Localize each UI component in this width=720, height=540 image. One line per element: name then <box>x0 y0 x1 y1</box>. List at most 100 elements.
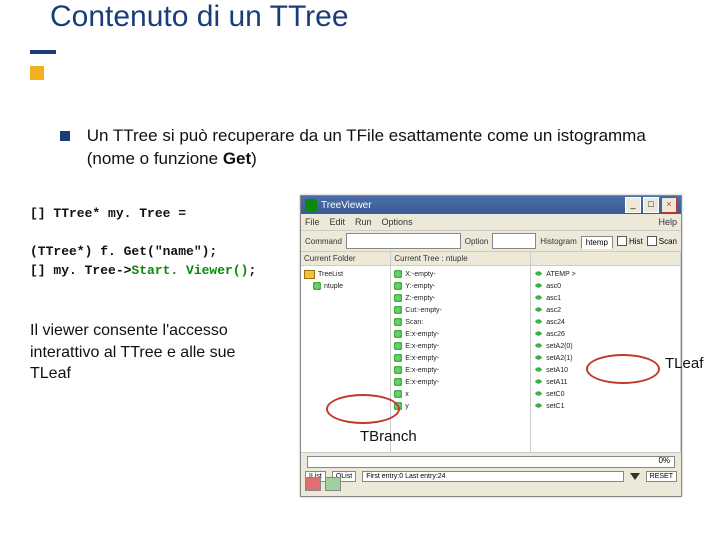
branch-icon <box>394 342 402 350</box>
scan-checkbox[interactable]: Scan <box>647 236 677 246</box>
leaf-row[interactable]: setA2(0) <box>533 340 678 352</box>
code-line-2: (TTree*) f. Get("name"); <box>30 243 290 262</box>
folder-label: TreeList <box>318 271 343 278</box>
leaf-icon <box>534 353 543 364</box>
branch-row[interactable]: Y:-empty- <box>393 280 528 292</box>
leaf-row[interactable]: setA10 <box>533 364 678 376</box>
bullet-text: Un TTree si può recuperare da un TFile e… <box>87 125 647 171</box>
leaf-row[interactable]: asc2 <box>533 304 678 316</box>
branch-icon <box>394 354 402 362</box>
leaf-row[interactable]: setC0 <box>533 388 678 400</box>
leaf-icon <box>534 389 543 400</box>
menu-help[interactable]: Help <box>658 217 677 227</box>
branch-label: Cut:-empty- <box>405 307 442 314</box>
leaf-label: asc0 <box>546 283 561 290</box>
folder-column: Current Folder TreeList ntuple <box>301 252 391 452</box>
branch-row[interactable]: E:x-empty- <box>393 340 528 352</box>
leaf-icon <box>534 317 543 328</box>
branch-row[interactable]: Scan: <box>393 316 528 328</box>
spin-down-icon[interactable] <box>630 473 640 480</box>
close-button[interactable]: × <box>661 197 677 213</box>
leaf-icon <box>534 341 543 352</box>
menu-options[interactable]: Options <box>382 217 413 227</box>
menu-run[interactable]: Run <box>355 217 372 227</box>
leaf-icon <box>534 293 543 304</box>
leaf-row[interactable]: asc0 <box>533 280 678 292</box>
leaf-row[interactable]: asc26 <box>533 328 678 340</box>
branch-row[interactable]: E:x-empty- <box>393 376 528 388</box>
menu-file[interactable]: File <box>305 217 320 227</box>
maximize-button[interactable]: □ <box>643 197 659 213</box>
branch-label: E:x-empty- <box>405 343 439 350</box>
minimize-button[interactable]: _ <box>625 197 641 213</box>
leaf-icon <box>534 365 543 376</box>
leaf-label: setA10 <box>546 367 568 374</box>
entry-range: First entry:0 Last entry:24 <box>362 471 623 482</box>
leaf-row[interactable]: asc1 <box>533 292 678 304</box>
branch-icon <box>394 318 402 326</box>
leaf-icon <box>534 281 543 292</box>
leaf-row[interactable]: asc24 <box>533 316 678 328</box>
bottom-icons <box>305 477 345 491</box>
option-input[interactable] <box>492 233 536 249</box>
branch-icon <box>394 294 402 302</box>
code-l3c: ; <box>248 263 256 278</box>
bullet-item: Un TTree si può recuperare da un TFile e… <box>60 125 660 171</box>
stop-icon[interactable] <box>325 477 341 491</box>
branch-label: Y:-empty- <box>405 283 435 290</box>
folder-row[interactable]: TreeList <box>303 268 388 280</box>
leaf-icon <box>534 269 543 280</box>
branch-label: E:x-empty- <box>405 331 439 338</box>
leaf-row[interactable]: setA11 <box>533 376 678 388</box>
viewer-note: Il viewer consente l'accesso interattivo… <box>30 320 260 385</box>
branch-icon <box>394 366 402 374</box>
branch-row[interactable]: X:-empty- <box>393 268 528 280</box>
leaf-label: asc1 <box>546 295 561 302</box>
bullet-icon <box>60 131 70 141</box>
branch-row[interactable]: x <box>393 388 528 400</box>
leaf-label: setC1 <box>546 403 564 410</box>
bullet-part2: ) <box>251 149 257 168</box>
branch-row[interactable]: E:x-empty- <box>393 328 528 340</box>
slide-title: Contenuto di un TTree <box>50 0 720 34</box>
command-input[interactable] <box>346 233 461 249</box>
branch-label: E:x-empty- <box>405 355 439 362</box>
leaf-label: ATEMP > <box>546 271 576 278</box>
option-label: Option <box>465 237 489 246</box>
leaf-label: setA2(1) <box>546 355 572 362</box>
treeviewer-body: Current Folder TreeList ntuple Current T… <box>301 252 681 452</box>
menu-edit[interactable]: Edit <box>330 217 346 227</box>
branch-icon <box>394 378 402 386</box>
menu-bar: File Edit Run Options Help <box>301 214 681 231</box>
progress-label: 0% <box>658 456 670 465</box>
col1-header: Current Folder <box>301 252 390 266</box>
branch-column: Current Tree : ntuple X:-empty- Y:-empty-… <box>391 252 531 452</box>
draw-icon[interactable] <box>305 477 321 491</box>
branch-label: E:x-empty- <box>405 367 439 374</box>
branch-row[interactable]: E:x-empty- <box>393 364 528 376</box>
col2-header: Current Tree : ntuple <box>391 252 530 266</box>
leaf-label: asc26 <box>546 331 565 338</box>
branch-row[interactable]: E:x-empty- <box>393 352 528 364</box>
branch-row[interactable]: Cut:-empty- <box>393 304 528 316</box>
titlebar[interactable]: TreeViewer _ □ × <box>301 196 681 214</box>
branch-row[interactable]: y <box>393 400 528 412</box>
leaf-annotation: TLeaf <box>665 355 703 372</box>
scan-check-label: Scan <box>659 237 677 246</box>
leaf-row[interactable]: setC1 <box>533 400 678 412</box>
hist-checkbox[interactable]: Hist <box>617 236 643 246</box>
slide-title-area <box>30 50 56 82</box>
leaf-row[interactable]: ATEMP > <box>533 268 678 280</box>
histogram-tab[interactable]: htemp <box>581 236 613 249</box>
leaf-label: asc24 <box>546 319 565 326</box>
reset-button[interactable]: RESET <box>646 471 677 482</box>
branch-row[interactable]: Z:-empty- <box>393 292 528 304</box>
title-overline <box>30 50 56 54</box>
tree-icon <box>313 282 321 290</box>
branch-icon <box>394 402 402 410</box>
folder-icon <box>304 270 315 279</box>
leaf-label: asc2 <box>546 307 561 314</box>
leaf-row[interactable]: setA2(1) <box>533 352 678 364</box>
branch-label: X:-empty- <box>405 271 435 278</box>
tree-row[interactable]: ntuple <box>303 280 388 292</box>
